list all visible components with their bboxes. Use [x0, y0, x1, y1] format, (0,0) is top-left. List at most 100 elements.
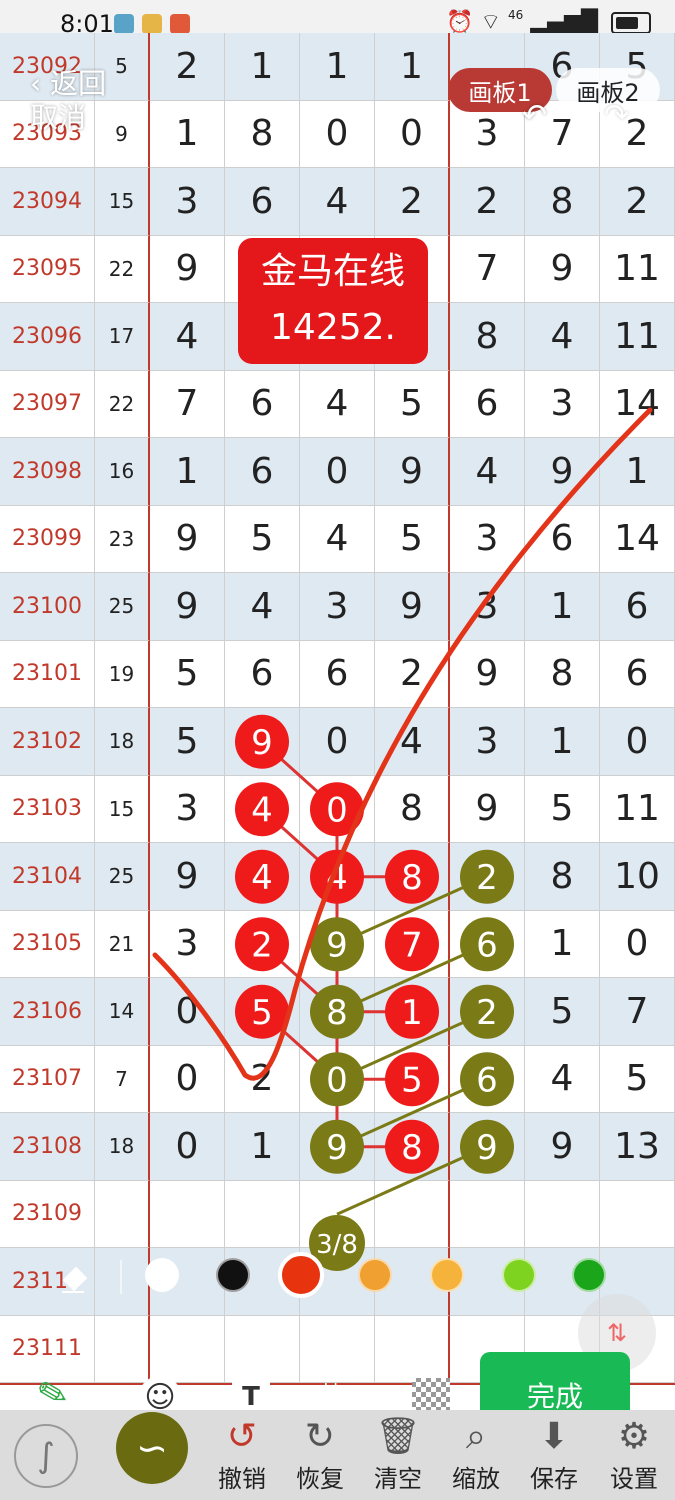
number-cell: 6: [225, 438, 300, 506]
number-cell: 9: [450, 775, 525, 843]
bottom-bar: ∫ ∽ ↺ 撤销 ↻ 恢复 🗑 清空 ⌕ 缩放 ⬇ 保存 ⚙ 设置: [0, 1410, 675, 1500]
number-cell: 5: [525, 775, 600, 843]
row-sum: 22: [95, 235, 150, 303]
table-row: 23101 19 5 6 6 2 9 8 6: [0, 640, 675, 710]
number-cell: 3: [300, 573, 375, 641]
number-cell: 8: [525, 640, 600, 708]
redo-button[interactable]: ↻ 恢复: [280, 1410, 360, 1500]
color-swatch[interactable]: [145, 1258, 179, 1292]
redo-stroke-icon[interactable]: ↷: [604, 98, 629, 133]
row-sum: 18: [95, 1113, 150, 1181]
number-cell: 6: [600, 573, 675, 641]
row-id: 23095: [0, 235, 95, 303]
table-row: 23100 25 9 4 3 9 3 1 6: [0, 573, 675, 641]
undo-stroke-icon[interactable]: ↶: [522, 98, 547, 133]
number-cell: 10: [600, 843, 675, 911]
number-cell: [450, 1045, 525, 1113]
row-id: 23100: [0, 573, 95, 641]
row-id: 23102: [0, 708, 95, 776]
number-cell: [300, 978, 375, 1046]
row-id: 23101: [0, 640, 95, 708]
bottom-bar-label: 缩放: [452, 1465, 500, 1493]
number-cell: 0: [300, 708, 375, 776]
number-cell: 0: [150, 1113, 225, 1181]
number-cell: 0: [600, 708, 675, 776]
number-cell: 9: [525, 1113, 600, 1181]
number-cell: 4: [300, 505, 375, 573]
row-sum: 23: [95, 505, 150, 573]
bottom-bar-label: 撤销: [218, 1465, 266, 1493]
line-mode-icon[interactable]: ∽: [116, 1412, 188, 1484]
number-cell: 3: [525, 370, 600, 438]
number-cell: 7: [600, 978, 675, 1046]
cancel-button[interactable]: 取消: [30, 96, 86, 136]
number-cell: [450, 1180, 525, 1248]
banner-line-1: 金马在线: [260, 251, 405, 292]
number-cell: 4: [150, 303, 225, 371]
watermark-banner: 金马在线 14252.: [238, 238, 428, 364]
system-icons: ⏰ ⌔ 46 ▂▄▆█: [446, 8, 651, 36]
row-sum: 21: [95, 910, 150, 978]
number-cell: [450, 1113, 525, 1181]
number-cell: [150, 1180, 225, 1248]
settings-button[interactable]: ⚙ 设置: [594, 1410, 674, 1500]
number-cell: 3: [150, 910, 225, 978]
color-swatch[interactable]: [572, 1258, 606, 1292]
number-cell: 0: [300, 100, 375, 168]
color-swatch[interactable]: [430, 1258, 464, 1292]
color-swatch[interactable]: [502, 1258, 536, 1292]
row-id: 23109: [0, 1180, 95, 1248]
row-id: 23096: [0, 303, 95, 371]
number-cell: [450, 843, 525, 911]
number-cell: [300, 910, 375, 978]
row-id: 23099: [0, 505, 95, 573]
undo-button[interactable]: ↺ 撤销: [202, 1410, 282, 1500]
redo-icon: ↻: [304, 1416, 336, 1457]
number-cell: 2: [375, 640, 450, 708]
zoom-button[interactable]: ⌕ 缩放: [436, 1410, 516, 1500]
number-cell: 9: [450, 640, 525, 708]
number-cell: 8: [525, 168, 600, 236]
freehand-mode-icon[interactable]: ∫: [14, 1424, 78, 1488]
number-cell: 3: [450, 708, 525, 776]
row-sum: 9: [95, 100, 150, 168]
number-cell: 11: [600, 235, 675, 303]
bottom-bar-label: 恢复: [296, 1465, 344, 1493]
row-id: 23097: [0, 370, 95, 438]
row-sum: [95, 1180, 150, 1248]
number-cell: 1: [525, 708, 600, 776]
number-cell: [450, 910, 525, 978]
number-cell: 9: [150, 505, 225, 573]
number-cell: 4: [300, 370, 375, 438]
table-row: 23106 14 0 5 7: [0, 978, 675, 1048]
number-cell: 1: [600, 438, 675, 506]
number-cell: 14: [600, 505, 675, 573]
trash-button[interactable]: 🗑 清空: [358, 1410, 438, 1500]
number-cell: 4: [525, 303, 600, 371]
number-cell: [600, 1180, 675, 1248]
color-swatch[interactable]: [216, 1258, 250, 1292]
color-swatch[interactable]: [358, 1258, 392, 1292]
table-row: 23107 7 0 2 4 5: [0, 1045, 675, 1113]
crop-icon[interactable]: ⌗: [320, 1370, 341, 1415]
table-row: 23102 18 5 0 4 3 1 0: [0, 708, 675, 776]
eraser-icon[interactable]: [54, 1258, 92, 1296]
table-row: 23109: [0, 1180, 675, 1248]
number-cell: 9: [375, 438, 450, 506]
row-id: 23104: [0, 843, 95, 911]
row-sum: 7: [95, 1045, 150, 1113]
color-swatch[interactable]: [278, 1252, 324, 1298]
number-cell: 5: [225, 505, 300, 573]
number-cell: 11: [600, 303, 675, 371]
number-cell: 4: [450, 438, 525, 506]
table-row: 23099 23 9 5 4 5 3 6 14: [0, 505, 675, 573]
number-cell: 5: [525, 978, 600, 1046]
number-cell: 0: [375, 100, 450, 168]
save-button[interactable]: ⬇ 保存: [514, 1410, 594, 1500]
color-palette: [0, 1248, 675, 1304]
number-cell: 9: [150, 573, 225, 641]
number-cell: 2: [375, 168, 450, 236]
number-cell: 1: [300, 33, 375, 101]
number-cell: [300, 1045, 375, 1113]
number-cell: [375, 1045, 450, 1113]
